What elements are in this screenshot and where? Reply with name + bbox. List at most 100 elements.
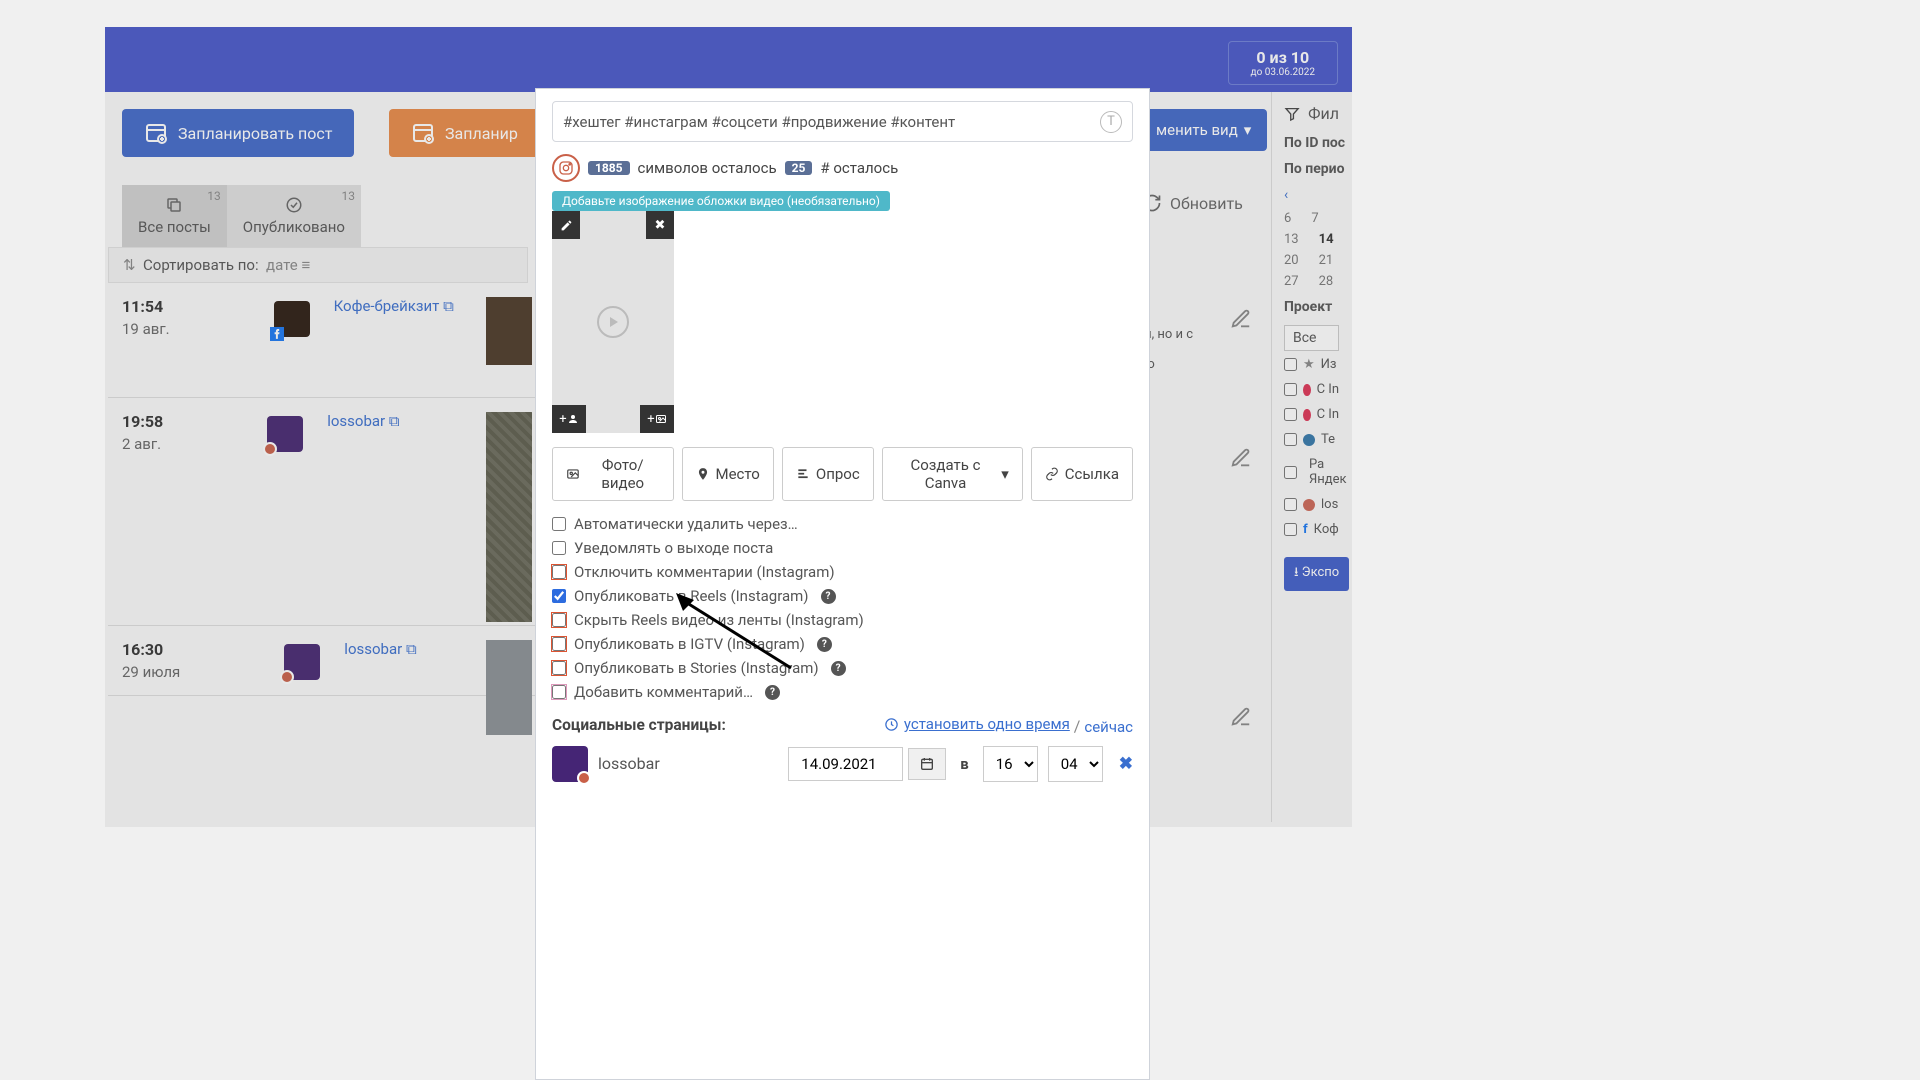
composer-textarea[interactable]: #хештег #инстаграм #соцсети #продвижение… [552, 101, 1133, 142]
calendar-icon [919, 756, 935, 772]
set-one-time-link[interactable]: установить одно время [884, 715, 1070, 733]
schedule-story-button[interactable]: Запланир [389, 109, 540, 157]
calendar-row[interactable]: 67 [1284, 211, 1339, 226]
project-all-select[interactable]: Все [1284, 325, 1339, 351]
minute-select[interactable]: 04 [1048, 746, 1103, 782]
option-add-comment[interactable]: Добавить комментарий…? [552, 683, 1133, 701]
telegram-icon [1303, 434, 1315, 446]
tab-all-posts-label: Все посты [138, 218, 211, 236]
canva-button[interactable]: Создать с Canva ▾ [882, 447, 1023, 501]
calendar-button[interactable] [908, 748, 946, 780]
add-location-button[interactable]: Место [682, 447, 774, 501]
tab-published[interactable]: Опубликовано 13 [227, 185, 361, 247]
calendar-plus-icon [144, 121, 168, 145]
tab-all-posts[interactable]: Все посты 13 [122, 185, 227, 247]
media-thumbnail[interactable]: ✖ + + [552, 211, 674, 433]
remove-page-icon[interactable]: ✖ [1119, 754, 1133, 774]
help-icon[interactable]: ? [765, 685, 780, 700]
tag-people-icon[interactable]: + [552, 405, 586, 433]
edit-post-icon[interactable] [1230, 447, 1252, 469]
filter-item[interactable]: los [1284, 497, 1339, 512]
option-publish-stories[interactable]: Опубликовать в Stories (Instagram)? [552, 659, 1133, 677]
pin-icon [696, 466, 710, 482]
add-link-label: Ссылка [1065, 465, 1119, 483]
text-format-icon[interactable]: T [1100, 111, 1122, 133]
filter-item[interactable]: fКоф [1284, 522, 1339, 537]
star-icon: ★ [1303, 357, 1315, 372]
add-photo-video-button[interactable]: Фото/видео [552, 447, 674, 501]
calendar-row[interactable]: 2021 [1284, 253, 1339, 268]
help-icon[interactable]: ? [831, 661, 846, 676]
filter-lines-icon: ≡ [301, 256, 310, 274]
help-icon[interactable]: ? [821, 589, 836, 604]
remove-media-icon[interactable]: ✖ [646, 211, 674, 239]
facebook-icon [270, 327, 284, 341]
option-notify[interactable]: Уведомлять о выходе поста [552, 539, 1133, 557]
char-counter-row: 1885 символов осталось 25 # осталось [552, 154, 1133, 182]
sort-value[interactable]: дате [266, 256, 298, 274]
refresh-label: Обновить [1170, 194, 1243, 213]
tabs: Все посты 13 Опубликовано 13 [122, 185, 361, 247]
edit-media-icon[interactable] [552, 211, 580, 239]
post-thumbnail[interactable] [486, 412, 532, 622]
add-poll-button[interactable]: Опрос [782, 447, 874, 501]
filter-item[interactable]: ★Из [1284, 357, 1339, 372]
option-autodelete[interactable]: Автоматически удалить через… [552, 515, 1133, 533]
sort-label: Сортировать по: [143, 256, 259, 274]
calendar-row[interactable]: 2728 [1284, 274, 1339, 289]
post-thumbnail[interactable] [486, 297, 532, 365]
hour-select[interactable]: 16 [983, 746, 1038, 782]
social-pages-title: Социальные страницы: [552, 716, 726, 734]
calendar-prev-icon[interactable]: ‹ [1284, 187, 1339, 203]
video-cover-hint[interactable]: Добавьте изображение обложки видео (необ… [552, 191, 890, 211]
calendar-row[interactable]: 1314 [1284, 232, 1339, 247]
help-icon[interactable]: ? [817, 637, 832, 652]
post-date: 19 авг. [122, 320, 170, 338]
refresh-button[interactable]: Обновить [1142, 193, 1243, 213]
by-id-label: По ID пос [1284, 135, 1339, 151]
filter-item[interactable]: Те [1284, 432, 1339, 447]
schedule-post-button[interactable]: Запланировать пост [122, 109, 354, 157]
post-thumbnail[interactable] [486, 640, 532, 735]
alt-text-icon[interactable]: + [640, 405, 674, 433]
option-publish-reels[interactable]: Опубликовать в Reels (Instagram)? [552, 587, 1133, 605]
project-label: Проект [1284, 299, 1339, 315]
post-title-link[interactable]: lossobar ⧉ [327, 412, 399, 611]
edit-post-icon[interactable] [1230, 308, 1252, 330]
quota-until: до 03.06.2022 [1251, 67, 1315, 78]
post-date: 2 авг. [122, 435, 163, 453]
avatar [552, 746, 588, 782]
option-publish-igtv[interactable]: Опубликовать в IGTV (Instagram)? [552, 635, 1133, 653]
edit-post-icon[interactable] [1230, 706, 1252, 728]
option-hide-reels-feed[interactable]: Скрыть Reels видео из ленты (Instagram) [552, 611, 1133, 629]
quota-badge[interactable]: 0 из 10 до 03.06.2022 [1228, 41, 1338, 85]
add-photo-label: Фото/видео [586, 456, 660, 492]
add-link-button[interactable]: Ссылка [1031, 447, 1133, 501]
filter-item[interactable]: Ра Яндек [1284, 457, 1339, 487]
external-link-icon: ⧉ [406, 640, 417, 658]
instagram-icon [1303, 499, 1315, 511]
play-icon [597, 306, 629, 338]
caret-down-icon: ▾ [1244, 121, 1252, 139]
post-title-link[interactable]: Кофе-брейкзит ⧉ [334, 297, 454, 383]
change-view-button[interactable]: менить вид ▾ [1140, 109, 1267, 151]
now-link[interactable]: сейчас [1084, 718, 1133, 736]
tab-all-count: 13 [207, 189, 221, 203]
social-page-name: lossobar [598, 754, 778, 773]
schedule-post-label: Запланировать пост [178, 124, 332, 143]
download-icon: ⭳ [1294, 565, 1299, 580]
date-input[interactable] [788, 747, 903, 781]
post-title-link[interactable]: lossobar ⧉ [344, 640, 416, 681]
option-disable-comments[interactable]: Отключить комментарии (Instagram) [552, 563, 1133, 581]
export-button[interactable]: ⭳ Экспо [1284, 557, 1349, 591]
post-date: 29 июля [122, 663, 180, 681]
post-time: 11:54 [122, 297, 170, 316]
sort-bar[interactable]: ⇅ Сортировать по: дате ≡ [108, 247, 528, 283]
instagram-icon [263, 442, 277, 456]
filter-item[interactable]: С In [1284, 382, 1339, 397]
avatar [267, 416, 303, 452]
filter-item[interactable]: С In [1284, 407, 1339, 422]
change-view-label: менить вид [1156, 121, 1238, 139]
tab-published-count: 13 [341, 189, 355, 203]
chars-left-label: символов осталось [638, 159, 777, 177]
